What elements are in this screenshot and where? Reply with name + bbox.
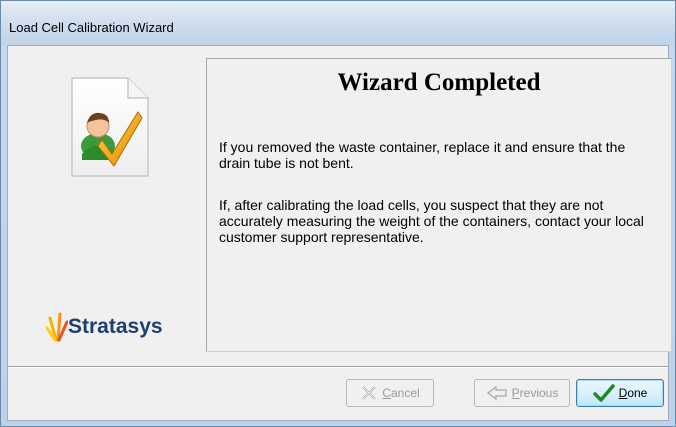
done-button-label: Done	[618, 386, 648, 400]
title-bar[interactable]: Load Cell Calibration Wizard	[1, 1, 675, 45]
previous-arrow-icon	[486, 385, 507, 401]
wizard-client-area: Stratasys Wizard Completed If you remove…	[7, 45, 672, 421]
window-title: Load Cell Calibration Wizard	[9, 20, 174, 35]
instruction-paragraph-2: If, after calibrating the load cells, yo…	[219, 197, 644, 245]
left-pane: Stratasys	[8, 46, 204, 354]
wizard-window: Load Cell Calibration Wizard Stratasys W…	[0, 0, 676, 427]
previous-button[interactable]: Previous	[474, 379, 570, 407]
done-button[interactable]: Done	[576, 379, 664, 407]
document-user-check-icon	[68, 76, 152, 180]
cancel-x-icon	[362, 386, 377, 400]
stratasys-logo-text: Stratasys	[68, 315, 163, 338]
instruction-paragraph-1: If you removed the waste container, repl…	[219, 139, 626, 171]
page-title: Wizard Completed	[337, 69, 541, 96]
cancel-button-label: Cancel	[382, 386, 420, 400]
footer-separator	[8, 366, 668, 368]
content-panel: Wizard Completed If you removed the wast…	[206, 58, 672, 352]
previous-button-label: Previous	[511, 386, 559, 400]
checkmark-icon	[592, 384, 615, 402]
cancel-button[interactable]: Cancel	[346, 379, 434, 407]
stratasys-logo-mark-icon	[46, 312, 68, 342]
